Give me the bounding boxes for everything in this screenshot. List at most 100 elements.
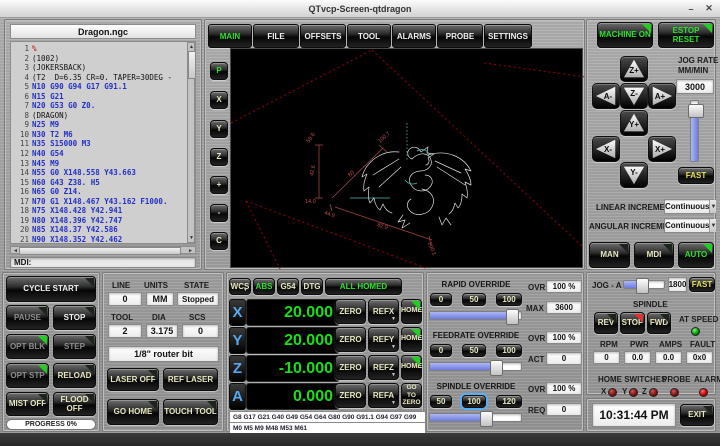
tab-file[interactable]: FILE <box>253 24 299 48</box>
minimize-button[interactable]: – <box>684 2 698 15</box>
jog-x-plus-button[interactable]: X+ <box>648 136 676 162</box>
jog-y-minus-button[interactable]: Y- <box>620 162 648 188</box>
jog-x-minus-button[interactable]: X- <box>592 136 620 162</box>
reload-button[interactable]: RELOAD <box>53 363 96 388</box>
tab-offsets[interactable]: OFFSETS <box>300 24 346 48</box>
ref-x-button[interactable]: REFX▼ <box>368 299 399 324</box>
gcode-line[interactable]: 12N40 G54 <box>13 149 185 159</box>
rapid-override-slider[interactable] <box>429 311 522 320</box>
scroll-up-icon[interactable]: ▲ <box>189 44 194 50</box>
home-z-button[interactable]: HOME <box>401 355 422 380</box>
jog-a-minus-button[interactable]: A- <box>592 83 620 109</box>
linear-increment-select[interactable]: Continuous ▼ <box>664 199 714 214</box>
view-x-button[interactable]: X <box>210 91 228 109</box>
slider-handle[interactable] <box>490 360 503 376</box>
flood-button[interactable]: FLOOD OFF <box>53 392 96 416</box>
home-x-button[interactable]: HOME <box>401 299 422 324</box>
spindle-50-button[interactable]: 50 <box>430 395 452 408</box>
vscroll-thumb[interactable] <box>188 51 196 79</box>
zoom-in-button[interactable]: + <box>210 176 228 194</box>
gcode-line[interactable]: 8(DRAGON) <box>13 111 185 121</box>
gremlin-preview[interactable]: 55.6 42.6 14.0 100.7 80 44.9 82.9 200.1 <box>230 48 583 268</box>
jog-rate-slider[interactable] <box>690 100 699 162</box>
spindle-fwd-button[interactable]: FWD <box>647 312 671 334</box>
jog-a-slider[interactable] <box>623 280 665 289</box>
all-homed-button[interactable]: ALL HOMED <box>325 278 402 295</box>
gcode-line[interactable]: 7N20 G53 G0 Z0. <box>13 101 185 111</box>
gcode-vscrollbar[interactable]: ▲ ▼ <box>187 42 195 243</box>
spindle-120-button[interactable]: 120 <box>496 395 522 408</box>
gcode-line[interactable]: 10N30 T2 M6 <box>13 130 185 140</box>
mdi-mode-button[interactable]: MDI <box>634 242 674 268</box>
axis-a-button[interactable]: A <box>229 383 246 410</box>
wcs-dropdown-button[interactable]: WCS▼ <box>229 278 251 295</box>
home-y-button[interactable]: HOME <box>401 327 422 352</box>
tab-main[interactable]: MAIN <box>208 24 252 48</box>
jog-a-value[interactable]: 1800 <box>668 277 687 292</box>
tab-alarms[interactable]: ALARMS <box>392 24 436 48</box>
jog-z-minus-button[interactable]: Z- <box>620 83 648 109</box>
spindle-100-button[interactable]: 100 <box>462 395 486 408</box>
gcode-line[interactable]: 13N45 M9 <box>13 159 185 169</box>
gcode-hscrollbar[interactable]: ◄ ► <box>10 246 196 254</box>
zero-z-button[interactable]: ZERO <box>335 355 366 380</box>
angular-increment-select[interactable]: Continuous ▼ <box>664 218 714 233</box>
gcode-line[interactable]: 18N75 X148.428 Y42.941 <box>13 206 185 216</box>
step-button[interactable]: STEP <box>53 334 96 359</box>
tab-settings[interactable]: SETTINGS <box>484 24 532 48</box>
view-z-button[interactable]: Z <box>210 148 228 166</box>
clear-view-button[interactable]: C <box>210 232 228 250</box>
ref-y-button[interactable]: REFY▼ <box>368 327 399 352</box>
tab-tool[interactable]: TOOL <box>347 24 391 48</box>
feed-0-button[interactable]: 0 <box>430 344 452 357</box>
touch-tool-button[interactable]: TOUCH TOOL <box>163 399 218 425</box>
ref-laser-button[interactable]: REF LASER <box>163 368 218 391</box>
gcode-line[interactable]: 9N25 M9 <box>13 120 185 130</box>
spindle-override-slider[interactable] <box>429 413 522 422</box>
axis-x-button[interactable]: X <box>229 299 246 326</box>
auto-mode-button[interactable]: AUTO <box>678 242 714 268</box>
jog-y-plus-button[interactable]: Y+ <box>620 110 648 136</box>
gcode-line[interactable]: 6N15 G21 <box>13 92 185 102</box>
gcode-line[interactable]: 5N10 G90 G94 G17 G91.1 <box>13 82 185 92</box>
rapid-0-button[interactable]: 0 <box>430 293 452 306</box>
scroll-right-icon[interactable]: ► <box>188 248 193 254</box>
gcode-line[interactable]: 1% <box>13 44 185 54</box>
zero-y-button[interactable]: ZERO <box>335 327 366 352</box>
optional-block-button[interactable]: OPT BLK <box>6 334 49 359</box>
scroll-left-icon[interactable]: ◄ <box>13 248 18 254</box>
slider-handle[interactable] <box>480 411 493 427</box>
cycle-start-button[interactable]: CYCLE START <box>6 276 96 302</box>
tab-probe[interactable]: PROBE <box>437 24 483 48</box>
gcode-list[interactable]: 1%2(1002)3(JOKERSBACK)4(T2 D=6.35 CR=0. … <box>10 41 196 244</box>
gcode-line[interactable]: 11N35 S15000 M3 <box>13 139 185 149</box>
view-y-button[interactable]: Y <box>210 120 228 138</box>
gcode-line[interactable]: 14N55 G0 X148.558 Y43.663 <box>13 168 185 178</box>
rapid-50-button[interactable]: 50 <box>462 293 486 306</box>
go-to-zero-button[interactable]: GO TO ZERO <box>401 383 422 408</box>
jog-a-plus-button[interactable]: A+ <box>648 83 676 109</box>
dtg-button[interactable]: DTG <box>301 278 323 295</box>
axis-y-button[interactable]: Y <box>229 327 246 354</box>
machine-on-button[interactable]: MACHINE ON <box>597 22 653 48</box>
feedrate-override-slider[interactable] <box>429 362 522 371</box>
jog-fast-button[interactable]: FAST <box>678 167 714 184</box>
hscroll-thumb[interactable] <box>19 247 181 255</box>
axis-z-button[interactable]: Z <box>229 355 246 382</box>
gcode-line[interactable]: 3(JOKERSBACK) <box>13 63 185 73</box>
manual-mode-button[interactable]: MAN <box>589 242 630 268</box>
gcode-line[interactable]: 21N90 X148.352 Y42.462 <box>13 235 185 244</box>
spindle-rev-button[interactable]: REV <box>594 312 618 334</box>
pause-button[interactable]: PAUSE <box>6 305 49 330</box>
jog-z-plus-button[interactable]: Z+ <box>620 56 648 82</box>
feed-50-button[interactable]: 50 <box>462 344 486 357</box>
stop-button[interactable]: STOP <box>53 305 96 330</box>
ref-a-button[interactable]: REFA▼ <box>368 383 399 408</box>
gcode-line[interactable]: 2(1002) <box>13 54 185 64</box>
jog-a-fast-button[interactable]: FAST <box>689 277 715 292</box>
scroll-down-icon[interactable]: ▼ <box>189 235 194 241</box>
g54-button[interactable]: G54 <box>277 278 299 295</box>
optional-stop-button[interactable]: OPT STP <box>6 363 49 388</box>
abs-button[interactable]: ABS <box>253 278 275 295</box>
gcode-line[interactable]: 17N70 G1 X148.467 Y43.162 F1000. <box>13 197 185 207</box>
